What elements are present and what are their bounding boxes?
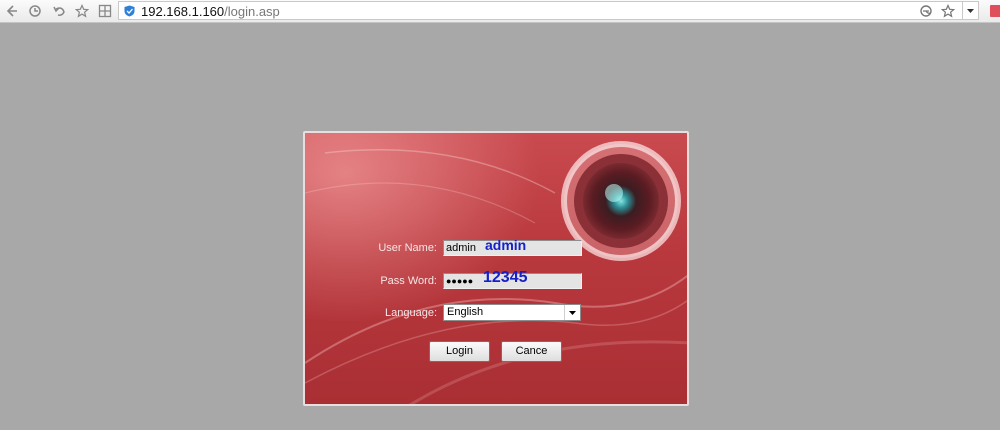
- password-row: Pass Word: ●●●●● 12345: [305, 269, 687, 289]
- star-icon[interactable]: [74, 3, 90, 19]
- chevron-down-icon[interactable]: [564, 305, 580, 320]
- url-host: 192.168.1.160: [141, 4, 225, 19]
- browser-toolbar: 192.168.1.160/login.asp: [0, 0, 1000, 23]
- language-select[interactable]: English: [443, 304, 581, 321]
- username-row: User Name: admin admin: [305, 237, 687, 256]
- shield-icon: [124, 5, 135, 17]
- language-row: Language: English: [305, 304, 687, 321]
- username-label: User Name:: [378, 242, 437, 254]
- back-icon[interactable]: [4, 3, 20, 19]
- language-label: Language:: [385, 307, 437, 319]
- language-selected-value: English: [447, 306, 484, 318]
- undo-icon[interactable]: [51, 3, 67, 19]
- login-button[interactable]: Login: [429, 341, 490, 362]
- cancel-button[interactable]: Cance: [501, 341, 562, 362]
- login-panel: User Name: admin admin Pass Word: ●●●●● …: [303, 131, 689, 406]
- extension-icon[interactable]: [990, 5, 1000, 17]
- password-annotation: 12345: [483, 269, 528, 286]
- compat-icon[interactable]: [919, 4, 933, 18]
- bookmark-star-icon[interactable]: [941, 4, 955, 18]
- reload-icon[interactable]: [27, 3, 43, 19]
- grid-icon[interactable]: [97, 3, 113, 19]
- url-text: 192.168.1.160/login.asp: [141, 3, 280, 20]
- address-bar[interactable]: 192.168.1.160/login.asp: [118, 1, 963, 20]
- password-label: Pass Word:: [380, 275, 437, 287]
- url-path: /login.asp: [224, 4, 280, 19]
- dropdown-icon[interactable]: [963, 1, 979, 20]
- username-annotation: admin: [485, 237, 527, 253]
